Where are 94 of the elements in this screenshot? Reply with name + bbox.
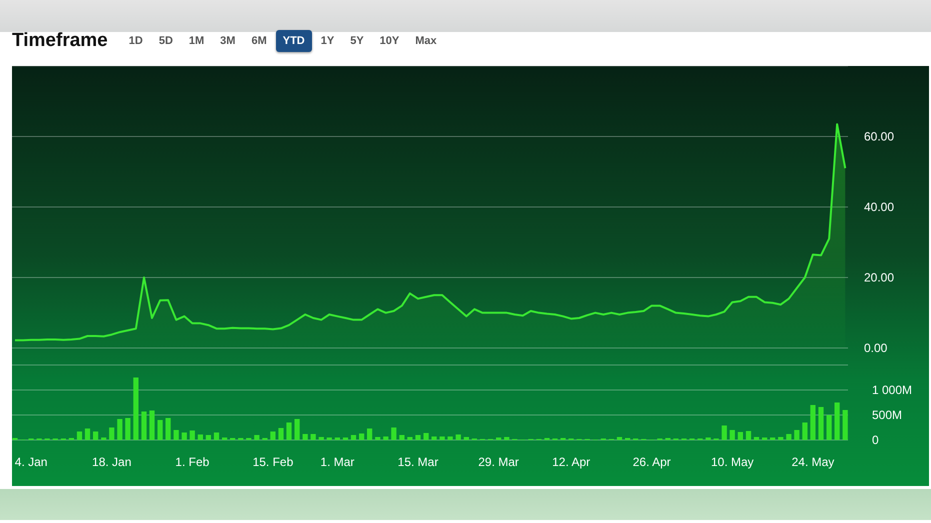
volume-bar xyxy=(778,437,784,440)
axis-label: 1. Feb xyxy=(175,455,210,469)
axis-label: 15. Mar xyxy=(398,455,438,469)
volume-bar xyxy=(738,432,743,440)
volume-bar xyxy=(93,432,98,440)
volume-bar xyxy=(76,432,82,440)
volume-bar xyxy=(342,438,348,440)
axis-label: 1 000M xyxy=(872,383,912,397)
volume-bar xyxy=(166,418,171,440)
timeframe-tab[interactable]: 5Y xyxy=(343,30,371,52)
volume-bar xyxy=(810,405,816,440)
axis-label: 10. May xyxy=(711,455,754,469)
timeframe-tab[interactable]: YTD xyxy=(276,30,312,52)
axis-label: 15. Feb xyxy=(252,455,294,469)
volume-bar xyxy=(722,426,727,440)
volume-bar xyxy=(391,428,396,440)
axis-label: 0.00 xyxy=(864,341,888,355)
volume-bar xyxy=(415,435,421,440)
volume-bar xyxy=(158,420,163,440)
volume-bar xyxy=(302,434,308,440)
volume-bar xyxy=(399,435,404,440)
volume-bar xyxy=(706,438,711,440)
volume-bar xyxy=(424,433,429,440)
volume-bar xyxy=(842,410,848,440)
volume-bar xyxy=(818,407,824,440)
timeframe-tab[interactable]: 10Y xyxy=(372,30,406,52)
volume-bar xyxy=(448,436,453,440)
volume-bar xyxy=(794,430,800,440)
volume-bar xyxy=(117,419,122,440)
axis-label: 1. Mar xyxy=(320,455,354,469)
volume-bar xyxy=(141,412,147,440)
volume-bar xyxy=(407,437,412,440)
volume-bar xyxy=(174,430,179,440)
volume-bar xyxy=(109,428,114,440)
volume-bar xyxy=(278,428,284,440)
volume-bar xyxy=(464,437,469,440)
volume-bar xyxy=(383,436,388,440)
axis-label: 12. Apr xyxy=(552,455,590,469)
volume-bar xyxy=(190,430,195,440)
volume-bar xyxy=(367,428,372,440)
axis-label: 24. May xyxy=(792,455,834,469)
volume-bar xyxy=(746,431,752,440)
volume-bar xyxy=(786,434,792,440)
axis-label: 60.00 xyxy=(864,130,894,144)
axis-label: 29. Mar xyxy=(478,455,519,469)
axis-label: 26. Apr xyxy=(632,455,671,469)
volume-bar xyxy=(770,438,776,440)
axis-label: 500M xyxy=(872,408,902,422)
axis-label: 18. Jan xyxy=(92,455,132,469)
volume-bar xyxy=(326,438,332,440)
volume-bar xyxy=(730,430,735,440)
volume-bar xyxy=(826,415,832,440)
volume-bar xyxy=(294,419,300,440)
volume-bar xyxy=(254,435,260,440)
volume-bar xyxy=(754,437,760,440)
axis-label: 4. Jan xyxy=(14,455,48,469)
volume-bar xyxy=(84,428,90,440)
axis-label: 0 xyxy=(872,433,879,447)
volume-bar xyxy=(286,422,292,440)
timeframe-tab[interactable]: 5D xyxy=(152,30,180,52)
volume-bar xyxy=(182,432,187,440)
volume-bar xyxy=(496,438,502,440)
volume-bar xyxy=(456,434,461,440)
volume-bar xyxy=(762,438,768,440)
axis-label: 40.00 xyxy=(864,200,894,214)
volume-bar xyxy=(834,402,840,440)
volume-bar xyxy=(432,436,437,440)
volume-bar xyxy=(350,435,356,440)
volume-bar xyxy=(270,432,276,440)
axis-label: 20.00 xyxy=(864,270,894,284)
volume-bar xyxy=(440,436,445,440)
timeframe-tab[interactable]: 6M xyxy=(244,30,274,52)
timeframe-tab[interactable]: 3M xyxy=(213,30,242,52)
volume-bar xyxy=(133,378,138,440)
volume-bar xyxy=(222,438,228,440)
timeframe-tab[interactable]: Max xyxy=(408,30,444,52)
volume-bar xyxy=(149,410,155,440)
timeframe-tab[interactable]: 1M xyxy=(182,30,212,52)
timeframe-title: Timeframe xyxy=(12,29,108,53)
volume-bar xyxy=(198,434,203,440)
volume-bar xyxy=(375,437,380,440)
volume-bar xyxy=(214,432,220,440)
timeframe-tab[interactable]: 1Y xyxy=(314,30,342,52)
volume-bar xyxy=(206,435,211,440)
volume-bar xyxy=(616,437,622,440)
timeframe-tab[interactable]: 1D xyxy=(122,30,150,52)
volume-bar xyxy=(504,437,510,440)
volume-bar xyxy=(318,437,324,440)
volume-bar xyxy=(101,438,106,440)
volume-bar xyxy=(334,438,340,440)
volume-bar xyxy=(125,418,130,440)
volume-bar xyxy=(310,434,316,440)
volume-bar xyxy=(359,434,364,440)
volume-bar xyxy=(802,422,808,440)
